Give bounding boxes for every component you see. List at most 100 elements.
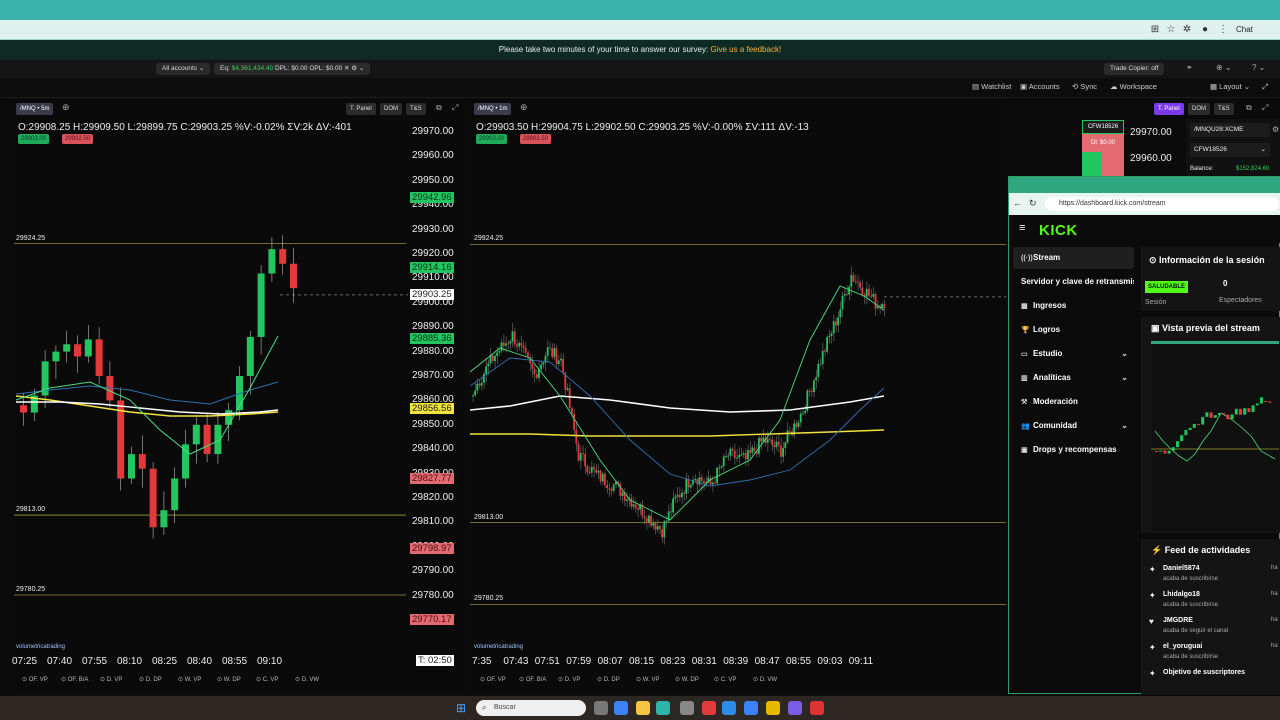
candle[interactable] [555,348,558,365]
candle[interactable] [661,529,663,538]
candle[interactable] [524,347,527,353]
candle[interactable] [784,442,787,448]
candle[interactable] [821,350,824,365]
candle[interactable] [571,408,573,414]
candle[interactable] [852,275,855,282]
candle[interactable] [601,473,604,482]
candle[interactable] [769,438,771,440]
chrome-icon[interactable] [766,701,780,715]
back-icon[interactable]: ← [1013,198,1022,208]
account-select[interactable]: CFW18526 ⌄ [1190,143,1270,157]
candle[interactable] [747,450,749,460]
kick-nav-item[interactable]: ⚒ Moderación [1013,391,1134,413]
candle[interactable] [507,343,509,345]
candle[interactable] [491,355,494,362]
candle[interactable] [588,472,591,474]
candle[interactable] [128,454,135,479]
bookmark-star-icon[interactable]: ☆ [1164,23,1178,37]
candle[interactable] [590,466,593,473]
candle[interactable] [637,508,639,510]
kick-url-field[interactable]: https://dashboard.kick.com/stream [1045,197,1279,211]
candle[interactable] [786,430,789,443]
app-icon[interactable] [744,701,758,715]
edge-icon[interactable] [614,701,628,715]
candle[interactable] [681,492,683,498]
candle[interactable] [740,454,743,456]
candle[interactable] [876,306,879,309]
candle[interactable] [775,441,778,448]
candle[interactable] [738,455,740,458]
feed-item[interactable]: ✦ Lhidalgo18 acaba de suscribirse ha [1141,589,1280,615]
candlestick-chart-5m[interactable] [10,100,466,660]
candle[interactable] [716,467,718,484]
feed-item[interactable]: ♥ JMGDRE acaba de seguir el canal ha [1141,615,1280,641]
candle[interactable] [74,344,81,357]
candle[interactable] [824,350,826,352]
candle[interactable] [645,518,648,523]
accounts-selector[interactable]: All accounts ⌄ [156,63,211,75]
candle[interactable] [771,439,773,445]
trade-copier-status[interactable]: Trade Copier: off [1104,63,1165,75]
account-chip[interactable]: CFW18526 [1082,120,1124,134]
candle[interactable] [727,455,729,457]
candle[interactable] [720,466,723,468]
candle[interactable] [575,429,578,444]
candle[interactable] [593,466,595,470]
candle[interactable] [573,413,575,430]
candle[interactable] [841,295,844,310]
candle[interactable] [854,281,857,283]
profile-avatar-icon[interactable]: ● [1198,23,1212,37]
candle[interactable] [531,363,534,369]
candle[interactable] [225,410,233,425]
candle[interactable] [731,448,734,451]
candle[interactable] [729,448,732,456]
kick-logo[interactable]: KICK [1039,222,1078,239]
candle[interactable] [634,504,637,509]
candle[interactable] [518,343,520,347]
candle[interactable] [848,286,850,295]
popout-icon[interactable]: ⧉ [1246,103,1252,113]
candle[interactable] [606,484,608,489]
candle[interactable] [586,466,589,473]
candle[interactable] [257,273,265,337]
candle[interactable] [872,293,875,297]
candlestick-chart-1m[interactable] [470,100,1006,660]
candle[interactable] [874,293,877,309]
candle[interactable] [494,355,496,362]
sync-button[interactable]: ⟲ Sync [1072,82,1097,91]
candle[interactable] [648,515,650,523]
feed-item[interactable]: ✦ el_yoruguai acaba de suscribirse ha [1141,641,1280,667]
candle[interactable] [584,454,586,467]
candle[interactable] [480,382,483,386]
candle[interactable] [604,473,606,485]
candle[interactable] [870,295,872,297]
expand-icon[interactable]: ⤢ [1262,82,1268,92]
candle[interactable] [533,368,536,375]
taskbar-search[interactable]: Buscar [476,700,586,716]
kick-nav-item[interactable]: ▥ Analíticas ⌄ [1013,367,1134,389]
candle[interactable] [626,499,628,502]
candle[interactable] [685,478,688,494]
candle[interactable] [568,388,571,409]
candle[interactable] [758,437,760,454]
feed-item[interactable]: ✦ Objetivo de suscriptores [1141,667,1280,693]
candle[interactable] [500,342,503,351]
kick-nav-item[interactable]: 👥 Comunidad ⌄ [1013,415,1134,437]
puzzle-icon[interactable]: ✲ [1180,23,1194,37]
kick-nav-item[interactable]: 🏆 Logros [1013,319,1134,341]
candle[interactable] [650,515,652,526]
candle[interactable] [670,511,672,513]
candle[interactable] [749,450,751,453]
order-chip-stack[interactable]: CFW18526 Dl: $0.00 [1082,120,1124,176]
candle[interactable] [683,492,685,494]
link-icon[interactable]: ⚭ [1186,63,1193,72]
candle[interactable] [551,348,553,357]
candle[interactable] [881,304,883,308]
candle[interactable] [546,347,549,356]
candle[interactable] [722,456,725,467]
candle[interactable] [837,317,839,326]
candle[interactable] [149,468,157,528]
survey-feedback-link[interactable]: Give us a feedback! [710,45,781,54]
candle[interactable] [577,443,580,461]
candle[interactable] [203,424,211,455]
